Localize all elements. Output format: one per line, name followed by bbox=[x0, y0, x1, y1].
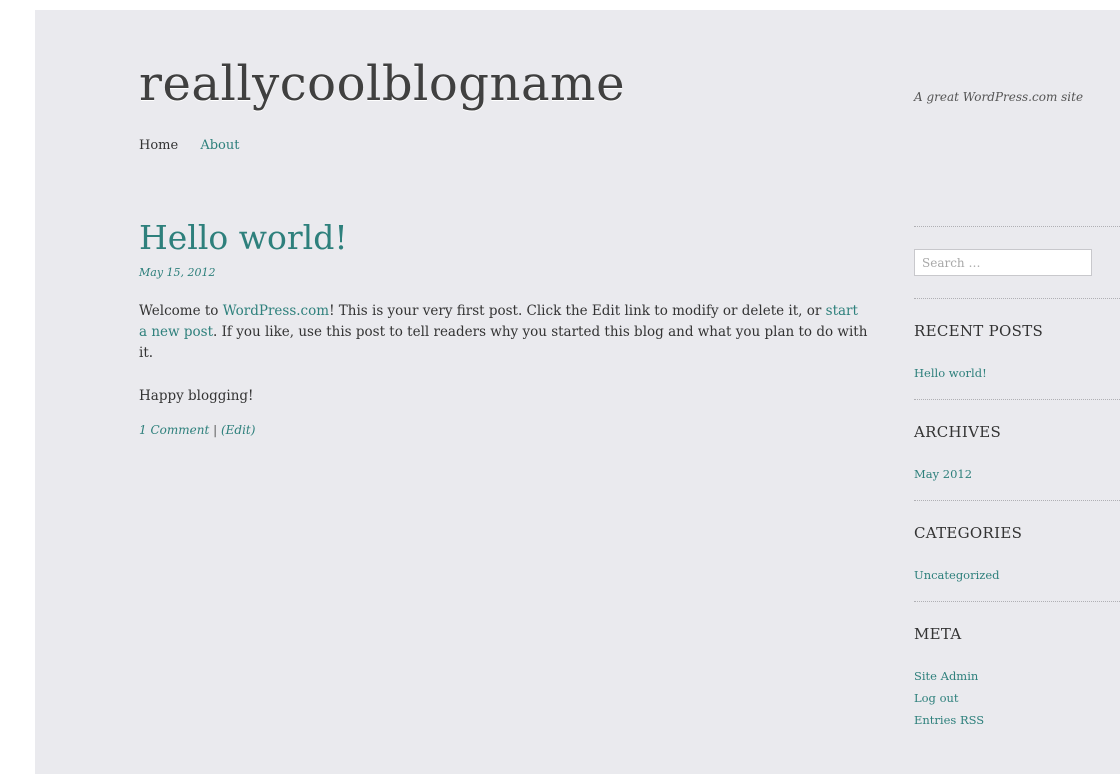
page-container: reallycoolblogname A great WordPress.com… bbox=[35, 10, 1120, 774]
widget-archives: ARCHIVES May 2012 bbox=[914, 400, 1120, 500]
widget-title: RECENT POSTS bbox=[914, 322, 1044, 340]
post-paragraph: Happy blogging! bbox=[139, 388, 254, 404]
nav-item-home[interactable]: Home bbox=[139, 138, 178, 153]
archives-list: May 2012 bbox=[914, 463, 1120, 485]
site-title[interactable]: reallycoolblogname bbox=[139, 56, 625, 112]
post-paragraph: Welcome to WordPress.com! This is your v… bbox=[139, 301, 869, 364]
widget-divider bbox=[914, 226, 1120, 227]
post-content: Welcome to WordPress.com! This is your v… bbox=[139, 301, 869, 407]
archive-link[interactable]: May 2012 bbox=[914, 467, 972, 481]
widget-categories: CATEGORIES Uncategorized bbox=[914, 501, 1120, 601]
post-text: Welcome to bbox=[139, 303, 223, 319]
widget-recent-posts: RECENT POSTS Hello world! bbox=[914, 299, 1120, 399]
widget-title: META bbox=[914, 625, 962, 643]
recent-posts-list: Hello world! bbox=[914, 362, 1120, 384]
widget-title: CATEGORIES bbox=[914, 524, 1023, 542]
post-title[interactable]: Hello world! bbox=[139, 216, 869, 260]
recent-post-link[interactable]: Hello world! bbox=[914, 366, 987, 380]
list-item: Uncategorized bbox=[914, 564, 1120, 586]
widget-meta: META Site Admin Log out Entries RSS bbox=[914, 602, 1120, 746]
sidebar: RECENT POSTS Hello world! ARCHIVES May 2… bbox=[914, 226, 1120, 746]
meta-separator: | bbox=[213, 423, 218, 437]
widget-title: ARCHIVES bbox=[914, 423, 1002, 441]
post-text: . If you like, use this post to tell rea… bbox=[139, 324, 868, 361]
categories-list: Uncategorized bbox=[914, 564, 1120, 586]
log-out-link[interactable]: Log out bbox=[914, 691, 959, 705]
list-item: Hello world! bbox=[914, 362, 1120, 384]
list-item: May 2012 bbox=[914, 463, 1120, 485]
wordpress-link[interactable]: WordPress.com bbox=[223, 303, 329, 319]
post-article: Hello world! May 15, 2012 Welcome to Wor… bbox=[139, 216, 869, 437]
list-item: Entries RSS bbox=[914, 709, 1120, 731]
meta-list: Site Admin Log out Entries RSS bbox=[914, 665, 1120, 731]
main-navigation: Home About bbox=[139, 138, 257, 153]
site-tagline: A great WordPress.com site bbox=[914, 90, 1084, 104]
post-text: ! This is your very first post. Click th… bbox=[329, 303, 826, 319]
search-input[interactable] bbox=[914, 249, 1092, 276]
post-date[interactable]: May 15, 2012 bbox=[139, 266, 869, 279]
category-link[interactable]: Uncategorized bbox=[914, 568, 1000, 582]
list-item: Log out bbox=[914, 687, 1120, 709]
nav-item-about[interactable]: About bbox=[200, 138, 239, 153]
entries-rss-link[interactable]: Entries RSS bbox=[914, 713, 984, 727]
edit-link[interactable]: (Edit) bbox=[221, 423, 255, 437]
post-meta: 1 Comment | (Edit) bbox=[139, 423, 869, 437]
site-admin-link[interactable]: Site Admin bbox=[914, 669, 978, 683]
comments-link[interactable]: 1 Comment bbox=[139, 423, 209, 437]
list-item: Site Admin bbox=[914, 665, 1120, 687]
